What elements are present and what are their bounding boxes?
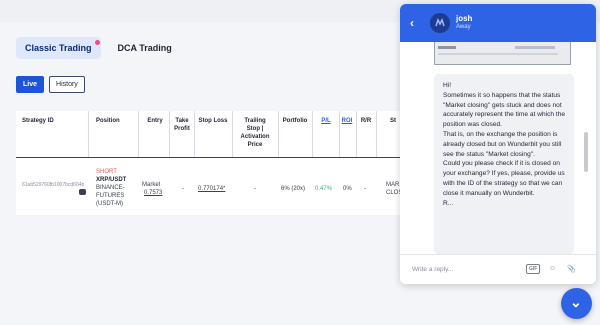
agent-message-bubble: Hi! Sometimes it so happens that the sta… <box>434 74 574 254</box>
agent-message-text: Hi! Sometimes it so happens that the sta… <box>443 82 566 207</box>
screenshot-attachment[interactable] <box>434 42 571 65</box>
col-status: St <box>390 118 396 124</box>
roi-value: 0% <box>343 186 352 192</box>
trailing-value: - <box>254 186 256 192</box>
status-value: MAR CLOS <box>386 182 400 196</box>
stop-loss-star: * <box>223 186 226 192</box>
divider <box>169 111 170 157</box>
divider <box>232 111 233 157</box>
thumb-bar <box>515 46 555 49</box>
stop-loss-value[interactable]: 0.770174* <box>198 185 225 193</box>
table-header: Strategy ID Position Entry Take Profit S… <box>16 111 400 158</box>
history-button[interactable]: History <box>49 76 85 93</box>
tab-classic-trading-label: Classic Trading <box>25 43 92 53</box>
col-roi[interactable]: ROI <box>341 117 353 125</box>
chat-avatar-icon <box>430 13 450 33</box>
divider <box>88 111 89 157</box>
col-take-profit: Take Profit <box>174 118 190 132</box>
back-chevron-icon[interactable]: ‹ <box>410 16 414 30</box>
col-position: Position <box>96 118 120 124</box>
agent-status: Away <box>456 24 471 30</box>
tab-classic-trading[interactable]: Classic Trading <box>16 37 101 59</box>
chat-header: ‹ josh Away <box>400 4 596 42</box>
divider <box>312 111 313 157</box>
divider <box>194 111 195 157</box>
take-profit-value: - <box>182 186 184 192</box>
position-exchange: BINANCE- FUTURES (USDT-M) <box>96 185 125 207</box>
chat-scrollbar-thumb[interactable] <box>584 132 588 172</box>
pl-value: 0.47% <box>315 186 333 192</box>
emoji-icon[interactable]: ☺ <box>549 265 556 272</box>
col-portfolio: Portfolio <box>282 118 308 124</box>
live-history-toggle: Live History <box>16 76 85 93</box>
gif-icon[interactable]: GIF <box>526 264 541 274</box>
col-pl[interactable]: P/L <box>314 117 338 125</box>
col-entry: Entry <box>147 118 163 124</box>
rr-value: - <box>364 186 366 192</box>
thumb-bar <box>438 46 456 49</box>
position-pair: XRP/USDT <box>96 177 127 183</box>
divider <box>278 111 279 157</box>
attachment-icon[interactable]: 📎 <box>567 265 576 273</box>
col-rr: R/R <box>360 118 372 124</box>
divider <box>339 111 340 157</box>
col-strategy-id: Strategy ID <box>22 118 54 124</box>
chat-composer: Write a reply... GIF ☺ 📎 <box>400 254 596 284</box>
agent-name: josh <box>456 14 473 23</box>
message-list: Hi! Sometimes it so happens that the sta… <box>400 42 596 254</box>
trading-tabs: Classic Trading DCA Trading <box>16 37 181 59</box>
chat-toggle-button[interactable]: ⌄ <box>561 288 592 319</box>
reply-input[interactable]: Write a reply... <box>412 266 453 273</box>
divider <box>376 111 377 157</box>
thumb-bar <box>438 53 558 55</box>
tab-dca-trading[interactable]: DCA Trading <box>109 37 181 59</box>
chevron-down-icon: ⌄ <box>570 294 582 310</box>
notification-dot <box>94 40 100 45</box>
tab-dca-trading-label: DCA Trading <box>117 43 172 53</box>
live-button[interactable]: Live <box>16 76 45 93</box>
positions-table: Strategy ID Position Entry Take Profit S… <box>16 111 400 215</box>
robot-icon <box>79 189 86 195</box>
position-side: SHORT <box>96 169 117 175</box>
entry-type: Market <box>142 182 161 188</box>
col-stop-loss: Stop Loss <box>198 118 228 124</box>
portfolio-value: 6% (20x) <box>281 186 306 192</box>
divider <box>138 111 139 157</box>
strategy-id: 61ab529760fb1007bcd664b <box>22 182 85 188</box>
col-trailing-stop: Trailing Stop | Activation Price <box>240 118 270 148</box>
divider <box>356 111 357 157</box>
stop-loss-price: 0.770174 <box>198 186 224 192</box>
chat-widget: ‹ josh Away Hi! Sometimes it so happens … <box>400 4 596 284</box>
entry-price[interactable]: 0.7573 <box>144 189 162 197</box>
